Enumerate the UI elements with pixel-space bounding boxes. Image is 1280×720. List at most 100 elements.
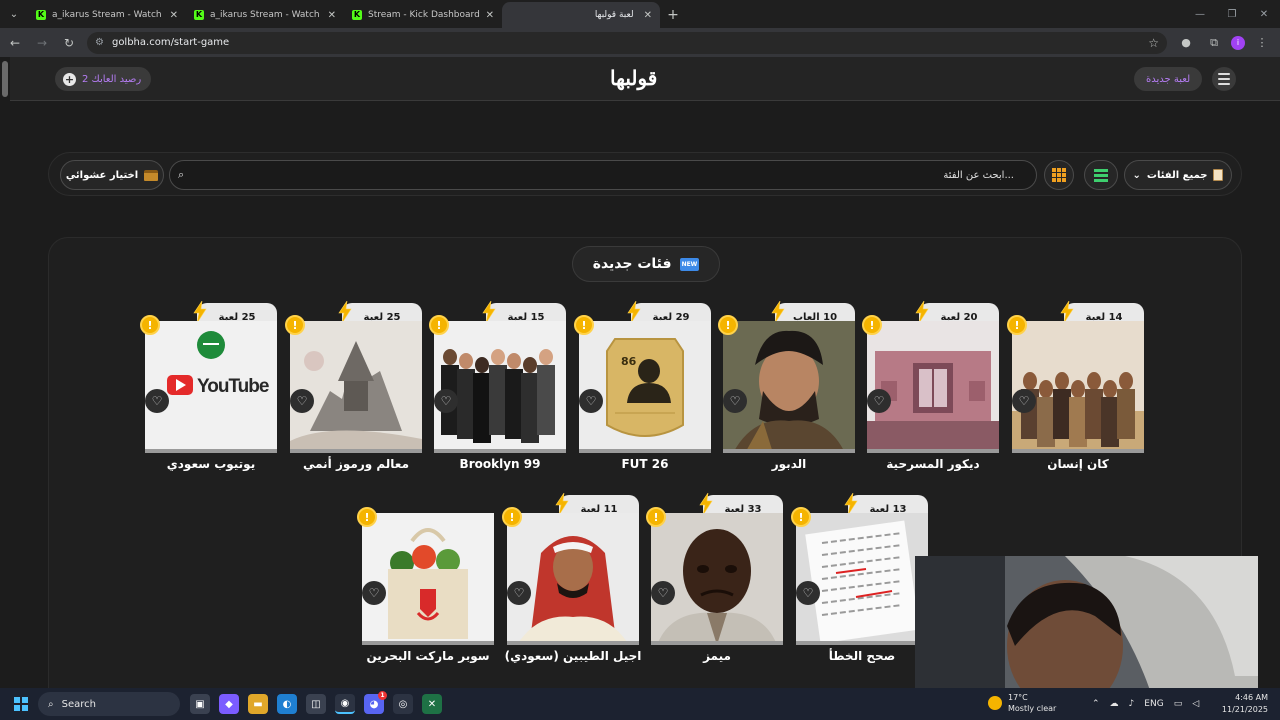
favorite-heart-icon[interactable]: ♡ [145,389,169,413]
tab-close-icon[interactable]: ✕ [644,10,652,21]
info-alert-icon[interactable]: ! [718,315,738,335]
browser-tab[interactable]: Stream - Kick Dashboard ✕ [344,2,502,28]
category-name[interactable]: يوتيوب سعودي [135,457,287,471]
extensions-icon[interactable]: ⧉ [1203,32,1225,54]
excel-icon[interactable]: ✕ [422,694,442,714]
category-image[interactable] [651,513,783,645]
category-image[interactable] [507,513,639,645]
info-alert-icon[interactable]: ! [429,315,449,335]
tab-close-icon[interactable]: ✕ [328,10,336,21]
info-alert-icon[interactable]: ! [574,315,594,335]
info-alert-icon[interactable]: ! [1007,315,1027,335]
category-image[interactable] [290,321,422,453]
category-image[interactable] [867,321,999,453]
favorite-heart-icon[interactable]: ♡ [867,389,891,413]
profile-avatar[interactable]: i [1231,35,1245,50]
site-info-icon[interactable]: ⚙ [95,37,104,48]
store-icon[interactable]: ◫ [306,694,326,714]
microphone-icon[interactable]: ♪ [1129,699,1135,709]
bookmark-star-icon[interactable]: ☆ [1148,36,1159,50]
category-card[interactable]: 14 لعبة! ♡ كان إنسان [1007,300,1144,473]
info-alert-icon[interactable]: ! [357,507,377,527]
more-menu-icon[interactable]: ⋮ [1251,32,1273,54]
minimize-icon[interactable]: — [1184,0,1216,28]
scrollbar-thumb[interactable] [2,61,8,97]
chrome-icon[interactable]: ◉ [335,694,355,714]
category-card[interactable]: 25 لعبة! ♡ معالم ورموز أنمي [285,300,422,473]
category-image[interactable] [434,321,566,453]
favorite-heart-icon[interactable]: ♡ [579,389,603,413]
taskbar-search[interactable]: ⌕ Search [38,692,180,716]
list-view-icon[interactable] [1084,160,1118,190]
tray-chevron-up-icon[interactable]: ⌃ [1092,699,1100,709]
copilot-icon[interactable]: ◆ [219,694,239,714]
tab-close-icon[interactable]: ✕ [486,10,494,21]
location-pin-icon[interactable]: ● [1175,32,1197,54]
category-card[interactable]: 11 لعبة! ♡ اجيل الطيبين (سعودي) [502,492,641,665]
task-view-icon[interactable]: ▣ [190,694,210,714]
favorite-heart-icon[interactable]: ♡ [651,581,675,605]
category-card[interactable]: 25 لعبة! YouTube ♡ يوتيوب سعودي [140,300,277,473]
category-card[interactable]: 29 لعبة! 86 ♡ FUT 26 [574,300,711,473]
browser-tab-active[interactable]: لعبة قولبها ✕ [502,2,660,69]
category-image[interactable] [723,321,855,453]
category-card[interactable]: 10 العاب! ♡ الدبور [718,300,855,473]
forward-icon[interactable]: → [30,31,54,55]
browser-tab[interactable]: a_ikarus Stream - Watch Live on ✕ [186,2,344,28]
taskbar-clock[interactable]: 4:46 AM 11/21/2025 [1222,692,1268,716]
info-alert-icon[interactable]: ! [502,507,522,527]
grid-view-icon[interactable] [1044,160,1074,190]
all-categories-dropdown[interactable]: ⌄ جميع الفئات [1124,160,1232,190]
favorite-heart-icon[interactable]: ♡ [723,389,747,413]
favorite-heart-icon[interactable]: ♡ [796,581,820,605]
tab-close-icon[interactable]: ✕ [170,10,178,21]
info-alert-icon[interactable]: ! [646,507,666,527]
new-tab-icon[interactable]: + [660,2,686,28]
info-alert-icon[interactable]: ! [791,507,811,527]
back-icon[interactable]: ← [3,31,27,55]
tab-search-icon[interactable]: ⌄ [0,0,28,28]
category-card[interactable]: 13 لعبة! ♡ صحح الخطأ [791,492,928,665]
category-name[interactable]: FUT 26 [569,457,721,471]
discord-icon[interactable]: ◕ 1 [364,691,387,714]
category-name[interactable]: Brooklyn 99 [424,457,576,471]
site-logo[interactable]: قولبها [610,66,657,90]
favorite-heart-icon[interactable]: ♡ [507,581,531,605]
category-name[interactable]: كان إنسان [1002,457,1154,471]
favorite-heart-icon[interactable]: ♡ [362,581,386,605]
random-pick-button[interactable]: اختيار عشوائي [60,160,164,190]
maximize-icon[interactable]: ❐ [1216,0,1248,28]
page-scrollbar[interactable] [0,57,10,688]
category-card[interactable]: 15 لعبة! ♡ Brooklyn 99 [429,300,566,473]
category-image[interactable] [1012,321,1144,453]
category-name[interactable]: الدبور [713,457,865,471]
windows-start-icon[interactable] [14,697,28,711]
category-name[interactable]: معالم ورموز أنمي [280,457,432,471]
category-name[interactable]: ميمز [641,649,793,663]
favorite-heart-icon[interactable]: ♡ [1012,389,1036,413]
address-bar[interactable]: ⚙ golbha.com/start-game ☆ [87,31,1167,54]
category-image[interactable]: YouTube [145,321,277,453]
cloud-icon[interactable]: ☁ [1110,699,1119,709]
category-image[interactable] [362,513,494,645]
hamburger-menu-icon[interactable] [1212,67,1236,91]
browser-tab[interactable]: a_ikarus Stream - Watch Live on ✕ [28,2,186,28]
category-search-input[interactable] [194,165,1014,185]
language-indicator[interactable]: ENG [1144,699,1163,709]
favorite-heart-icon[interactable]: ♡ [434,389,458,413]
category-card[interactable]: 33 لعبة! ♡ ميمز [646,492,783,665]
favorite-heart-icon[interactable]: ♡ [290,389,314,413]
close-window-icon[interactable]: ✕ [1248,0,1280,28]
volume-icon[interactable]: ◁ [1192,699,1199,709]
category-card[interactable]: 20 لعبة! ♡ ديكور المسرحية [862,300,999,473]
category-name[interactable]: ديكور المسرحية [857,457,1009,471]
new-game-button[interactable]: لعبة جديدة [1134,67,1203,91]
obs-icon[interactable]: ◎ [393,694,413,714]
network-icon[interactable]: ▭ [1174,699,1183,709]
category-image[interactable]: 86 [579,321,711,453]
info-alert-icon[interactable]: ! [862,315,882,335]
category-name[interactable]: سوبر ماركت البحرين [352,649,504,663]
wallet-balance-button[interactable]: + رصيد العابك 2 [55,67,152,91]
weather-widget[interactable]: 17°C Mostly clear [988,692,1056,714]
category-name[interactable]: اجيل الطيبين (سعودي) [497,649,649,663]
